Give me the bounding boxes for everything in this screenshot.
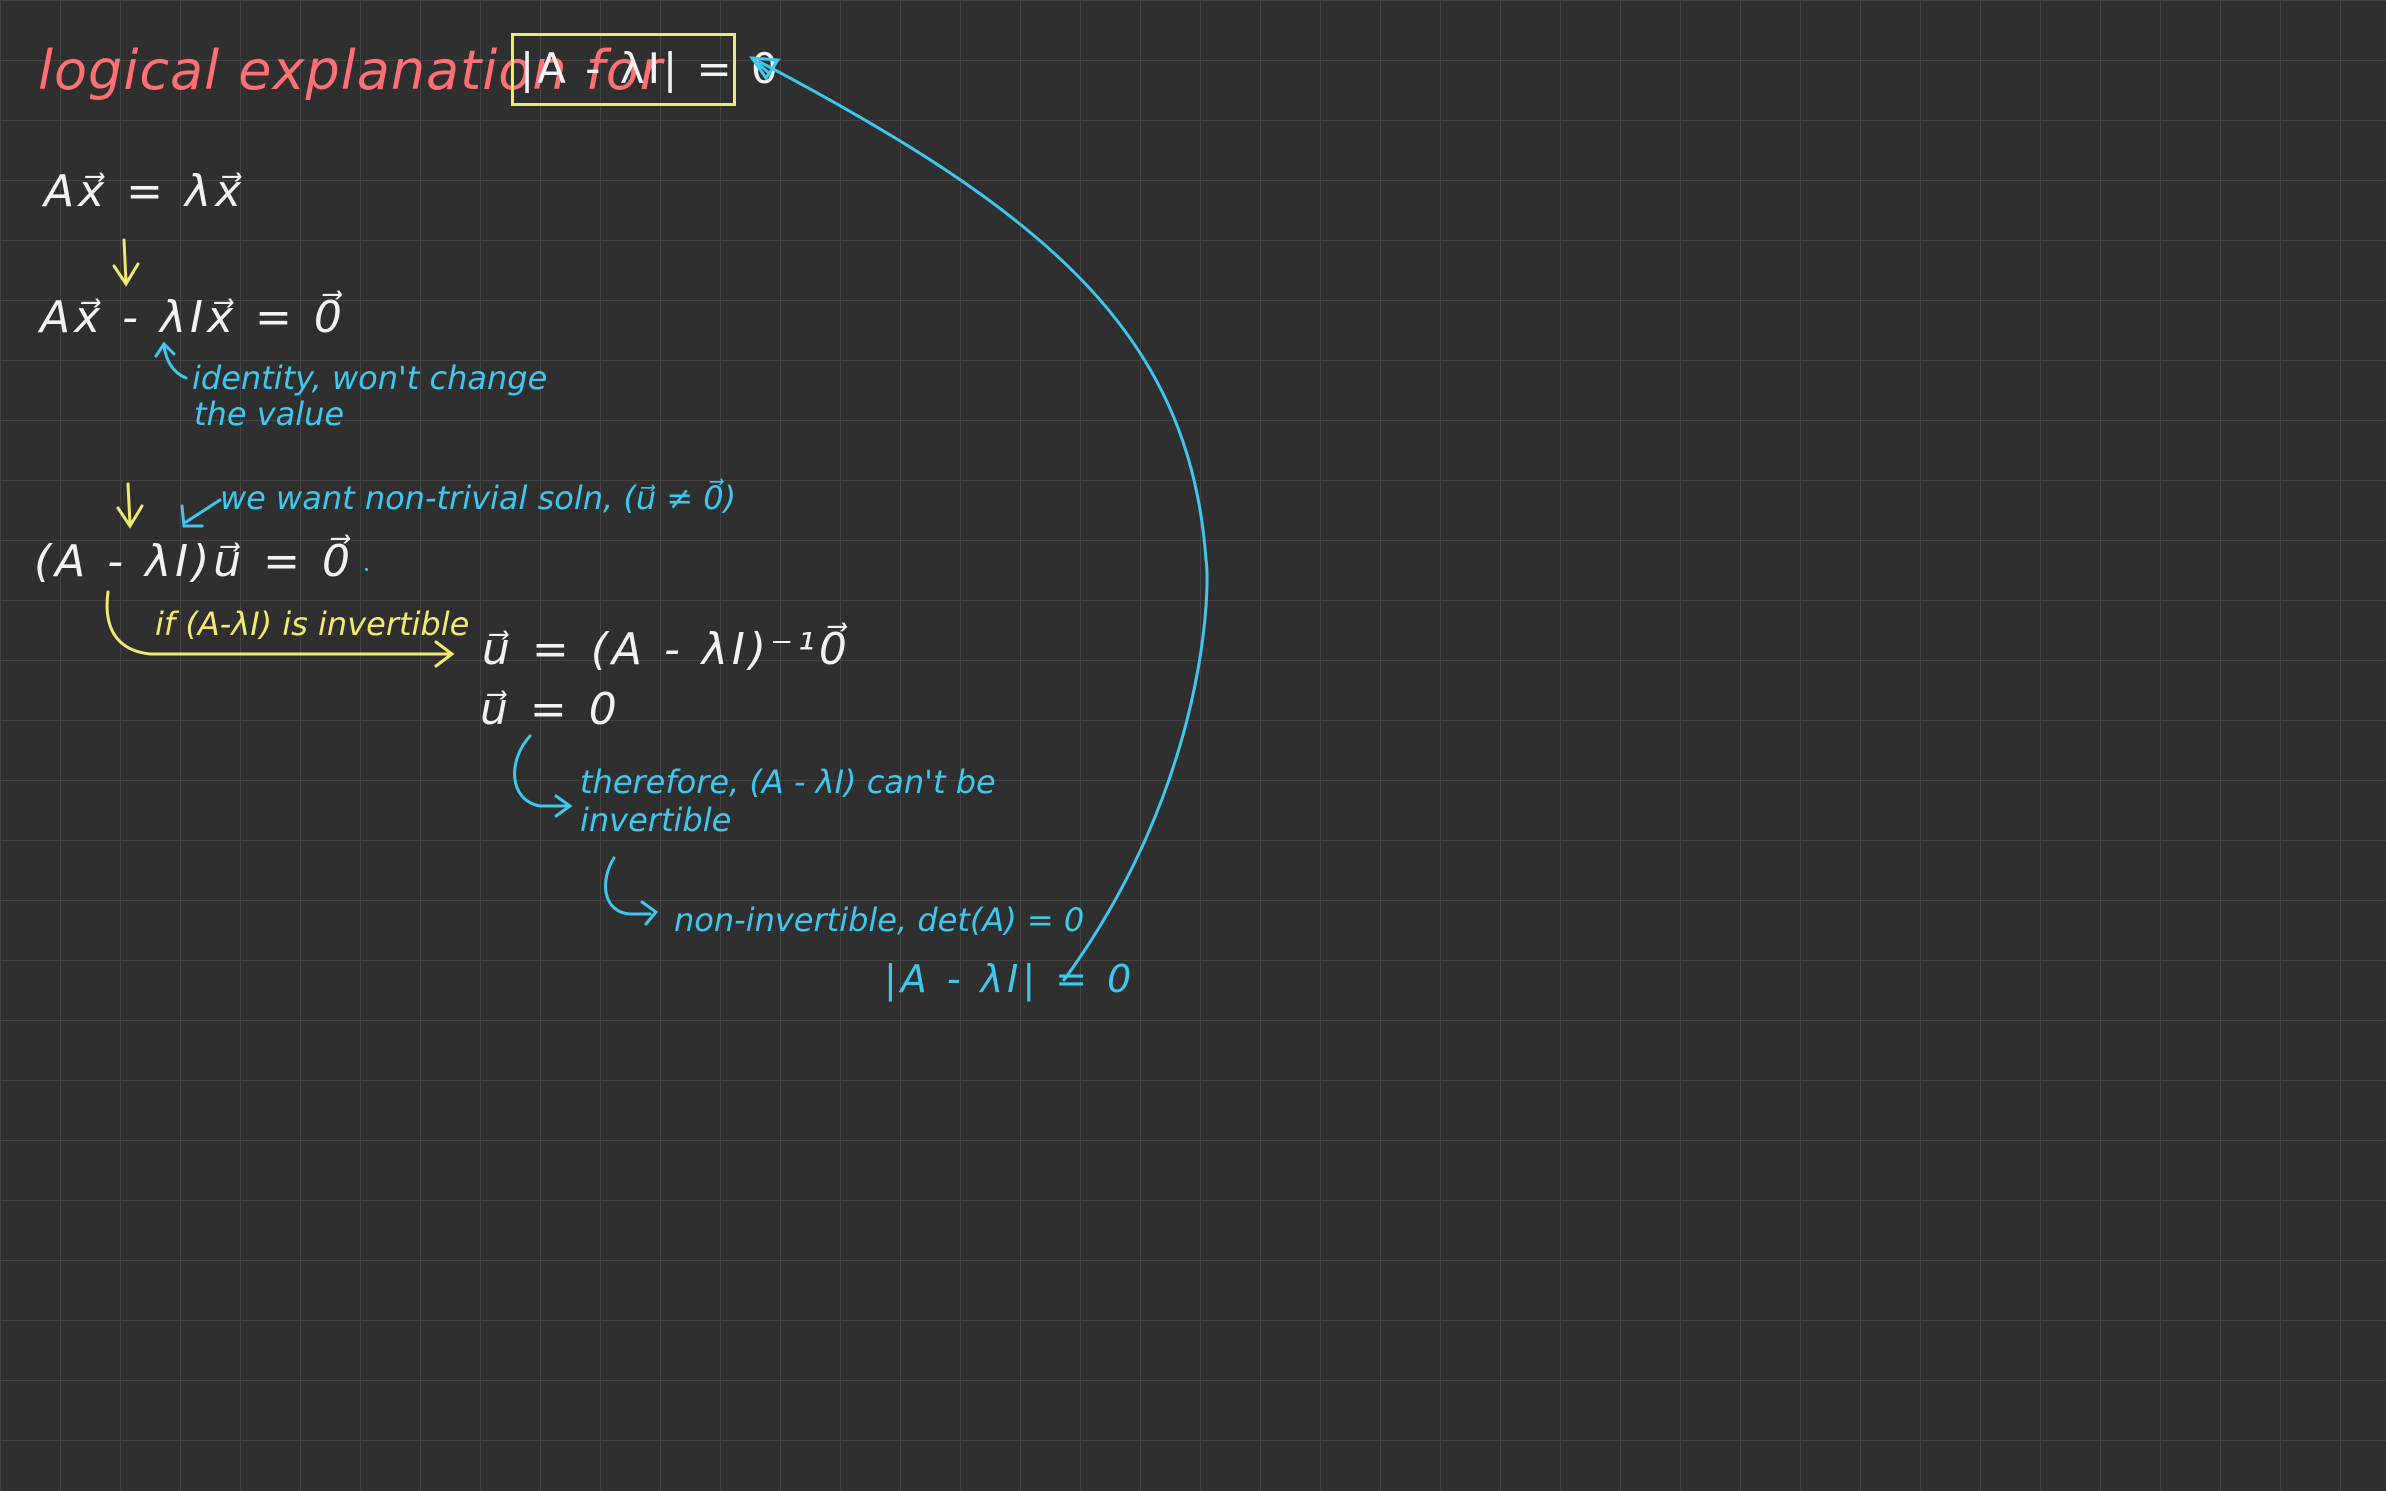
subtract-step-equation: Ax⃗ - λIx⃗ = 0⃗ (40, 292, 346, 343)
final-determinant-equation: |A - λI| = 0 (884, 957, 1136, 1001)
trivial-result-equation: u⃗ = 0 (480, 684, 621, 735)
curved-arrow-icon (154, 341, 188, 380)
stray-dot (365, 568, 368, 571)
nontrivial-solution-note: we want non-trivial soln, (u⃗ ≠ 0⃗) (220, 479, 737, 517)
annotation-arrows (105, 56, 1209, 982)
non-invertible-note: non-invertible, det(A) = 0 (674, 901, 1085, 939)
curved-arrow-icon (180, 498, 222, 528)
therefore-note-continued: invertible (580, 801, 732, 839)
return-arrow-icon (513, 734, 573, 818)
therefore-note: therefore, (A - λI) can't be (580, 763, 996, 801)
curved-arrow-icon (748, 56, 1209, 982)
identity-note: identity, won't change (192, 359, 548, 397)
down-arrow-icon (116, 482, 144, 529)
return-arrow-icon (604, 856, 659, 926)
factored-equation: (A - λI)u⃗ = 0⃗ (34, 536, 355, 587)
boxed-equation: |A - λI| = 0 (520, 44, 781, 93)
identity-note-continued: the value (194, 395, 345, 433)
eigen-definition-equation: Ax⃗ = λx⃗ (44, 166, 246, 217)
invertible-condition-note: if (A-λI) is invertible (155, 605, 470, 643)
down-arrow-icon (112, 238, 140, 287)
inverse-solution-equation: u⃗ = (A - λI)⁻¹0⃗ (482, 624, 851, 675)
